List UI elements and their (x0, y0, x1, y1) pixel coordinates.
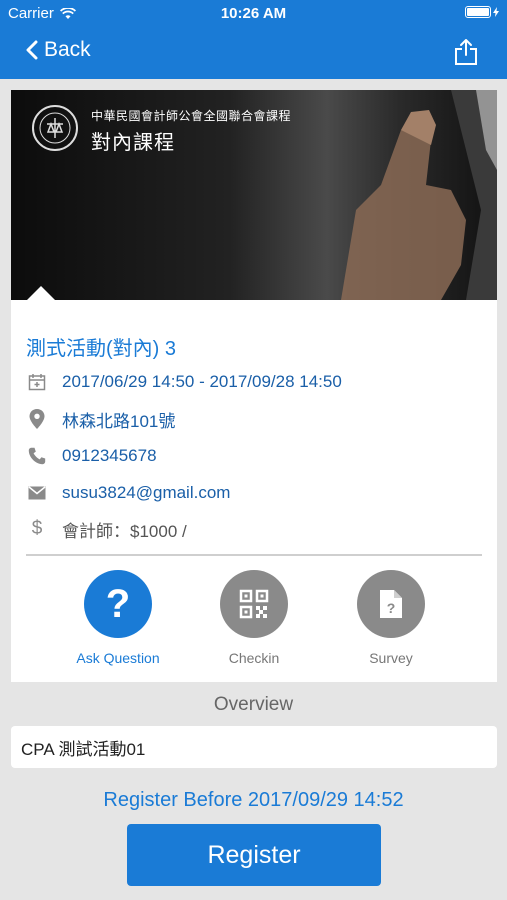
back-label: Back (44, 38, 91, 61)
event-banner: 中華民國會計師公會全國聯合會課程 對內課程 (11, 90, 497, 300)
clock: 10:26 AM (220, 5, 287, 22)
survey-document-icon: ? (357, 570, 425, 638)
ticket-edge (11, 674, 497, 679)
register-button[interactable]: Register (127, 824, 381, 886)
event-date-row: 2017/06/29 14:50 - 2017/09/28 14:50 (26, 370, 486, 394)
event-phone: 0912345678 (62, 446, 157, 465)
event-location-row[interactable]: 林森北路101號 (26, 407, 486, 431)
survey-button[interactable]: ? Survey (336, 570, 446, 666)
overview-heading: Overview (213, 694, 294, 715)
svg-text:?: ? (387, 600, 396, 616)
event-email-row[interactable]: susu3824@gmail.com (26, 481, 486, 505)
event-card: 中華民國會計師公會全國聯合會課程 對內課程 測式活動(對內) 3 2017/06… (11, 90, 497, 682)
status-bar: Carrier 10:26 AM (0, 0, 507, 28)
register-button-label: Register (207, 840, 301, 869)
calendar-icon (28, 374, 46, 391)
chevron-left-icon (26, 40, 38, 60)
back-button[interactable]: Back (26, 38, 91, 62)
battery-icon (465, 6, 499, 18)
banner-title: 對內課程 (91, 132, 175, 154)
location-pin-icon (29, 409, 45, 429)
ask-question-button[interactable]: ? Ask Question (63, 570, 173, 666)
divider (26, 554, 482, 556)
event-price-row: $ 會計師：$1000 / (26, 517, 486, 541)
ask-question-label: Ask Question (76, 650, 160, 666)
event-email: susu3824@gmail.com (62, 483, 231, 502)
dollar-icon: $ (31, 518, 43, 539)
phone-icon (28, 447, 46, 465)
checkin-label: Checkin (228, 650, 280, 666)
banner-subtitle: 中華民國會計師公會全國聯合會課程 (91, 109, 292, 123)
share-icon[interactable] (453, 38, 479, 66)
question-mark-icon: ? (84, 570, 152, 638)
association-logo (32, 105, 78, 151)
event-phone-row[interactable]: 0912345678 (26, 444, 486, 468)
banner-pointer (27, 286, 55, 300)
mail-icon (28, 486, 46, 500)
top-bar: Carrier 10:26 AM Back (0, 0, 507, 79)
survey-label: Survey (369, 650, 413, 666)
qr-code-icon (220, 570, 288, 638)
event-datetime: 2017/06/29 14:50 - 2017/09/28 14:50 (62, 372, 342, 391)
nav-bar: Back (0, 28, 507, 79)
overview-content: CPA 測試活動01 (11, 726, 497, 768)
overview-text: CPA 測試活動01 (21, 739, 146, 759)
register-deadline: Register Before 2017/09/29 14:52 (103, 789, 404, 811)
event-location: 林森北路101號 (62, 411, 176, 431)
checkin-button[interactable]: Checkin (199, 570, 309, 666)
event-title: 測式活動(對內) 3 (26, 338, 176, 360)
event-price: 會計師：$1000 / (62, 521, 187, 541)
